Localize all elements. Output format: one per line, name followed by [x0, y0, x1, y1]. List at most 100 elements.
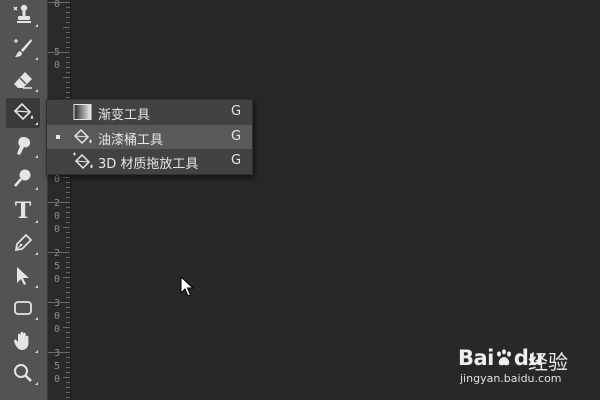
- path-selection-tool[interactable]: [6, 261, 40, 291]
- clone-stamp-tool[interactable]: [6, 0, 40, 30]
- ruler-tick: [66, 387, 70, 388]
- tool-flyout-menu: 渐变工具 G 油漆桶工具 G 3D 材质拖放工具 G: [46, 99, 253, 175]
- dodge-tool[interactable]: [6, 163, 40, 193]
- ruler-tick: [66, 307, 70, 308]
- smudge-tool[interactable]: [6, 131, 40, 161]
- ruler-tick: [66, 192, 70, 193]
- ruler-tick: [66, 82, 70, 83]
- eraser-tool[interactable]: [6, 65, 40, 95]
- ruler-digit: 0: [53, 274, 61, 285]
- ruler-tick: [66, 212, 70, 213]
- canvas-area[interactable]: [71, 0, 600, 400]
- ruler-tick: [66, 97, 70, 98]
- ruler-tick: [66, 222, 70, 223]
- ruler-tick: [66, 237, 70, 238]
- menu-item-3d-material-drop-tool[interactable]: 3D 材质拖放工具 G: [47, 149, 252, 173]
- pen-icon: [14, 233, 33, 252]
- tools-panel: T: [0, 0, 48, 400]
- ruler-tick: [66, 7, 70, 8]
- arrow-icon: [17, 267, 29, 285]
- dodge-icon: [14, 169, 31, 187]
- ruler-digit: 3: [53, 348, 61, 359]
- rectangle-icon: [14, 301, 32, 315]
- menu-item-shortcut: G: [231, 129, 242, 144]
- menu-item-gradient-tool[interactable]: 渐变工具 G: [47, 100, 252, 124]
- ruler-tick: [66, 287, 70, 288]
- paint-bucket-icon: [73, 128, 92, 145]
- paw-icon: [496, 349, 511, 366]
- ruler-tick: [66, 62, 70, 63]
- ruler-tick: [66, 47, 70, 48]
- pen-tool[interactable]: [6, 228, 40, 258]
- stamp-icon: [13, 4, 31, 23]
- type-tool[interactable]: T: [6, 196, 40, 226]
- ruler-tick: [66, 332, 70, 333]
- ruler-tick: [66, 57, 70, 58]
- zoom-tool[interactable]: [6, 358, 40, 388]
- ruler-tick: [66, 312, 70, 313]
- mouse-cursor-icon: [180, 276, 194, 297]
- menu-item-paint-bucket-tool[interactable]: 油漆桶工具 G: [47, 125, 252, 149]
- ruler-digit: 0: [53, 324, 61, 335]
- ruler-digit: 0: [53, 211, 61, 222]
- ruler-tick: [66, 337, 70, 338]
- healing-brush-tool[interactable]: [6, 33, 40, 63]
- ruler-tick: [63, 327, 70, 328]
- ruler-tick: [66, 22, 70, 23]
- ruler-tick: [63, 377, 70, 378]
- vertical-ruler: 0 5 0 1 0 0 1 5 0 2 0 0 2 5 0 3 0 0 3 5 …: [48, 0, 71, 400]
- menu-item-label: 油漆桶工具: [98, 133, 164, 148]
- ruler-tick: [66, 37, 70, 38]
- type-icon: T: [14, 198, 32, 224]
- ruler-digit: 0: [53, 60, 61, 71]
- paint-bucket-tool[interactable]: [6, 98, 40, 128]
- ruler-tick: [63, 227, 70, 228]
- ruler-tick: [66, 267, 70, 268]
- ruler-tick: [48, 252, 70, 253]
- menu-item-shortcut: G: [231, 153, 242, 168]
- ruler-tick: [63, 177, 70, 178]
- ruler-tick: [63, 77, 70, 78]
- ruler-tick: [66, 12, 70, 13]
- ruler-digit: 2: [53, 248, 61, 259]
- ruler-digit: 5: [53, 361, 61, 372]
- ruler-tick: [66, 247, 70, 248]
- ruler-tick: [66, 372, 70, 373]
- ruler-tick: [66, 317, 70, 318]
- ruler-tick: [48, 2, 70, 3]
- ruler-digit: 2: [53, 198, 61, 209]
- watermark-brand-bai: Bai: [458, 346, 494, 370]
- ruler-tick: [66, 187, 70, 188]
- ruler-tick: [48, 52, 70, 53]
- ruler-tick: [66, 392, 70, 393]
- brush-icon: [14, 39, 32, 57]
- ruler-tick: [66, 292, 70, 293]
- magnifier-icon: [14, 364, 32, 382]
- ruler-tick: [66, 357, 70, 358]
- hand-tool[interactable]: [6, 326, 40, 356]
- ruler-tick: [66, 297, 70, 298]
- ruler-tick: [66, 42, 70, 43]
- ruler-tick: [48, 202, 70, 203]
- 3d-material-drop-icon: [73, 152, 93, 170]
- ruler-digit: 0: [53, 224, 61, 235]
- ruler-tick: [48, 352, 70, 353]
- ruler-tick: [66, 87, 70, 88]
- ruler-tick: [66, 262, 70, 263]
- ruler-tick: [66, 72, 70, 73]
- current-tool-indicator: [56, 135, 60, 139]
- paint-bucket-icon: [13, 102, 34, 121]
- ruler-tick: [66, 32, 70, 33]
- ruler-tick: [66, 207, 70, 208]
- gradient-icon: [73, 104, 92, 120]
- ruler-digit: 5: [52, 48, 62, 58]
- ruler-tick: [66, 282, 70, 283]
- menu-item-shortcut: G: [231, 104, 242, 119]
- ruler-tick: [66, 382, 70, 383]
- ruler-tick: [66, 347, 70, 348]
- ruler-tick: [66, 17, 70, 18]
- ruler-digit: 3: [53, 298, 61, 309]
- ruler-digit: 0: [53, 174, 61, 185]
- ruler-tick: [66, 342, 70, 343]
- rectangle-tool[interactable]: [6, 293, 40, 323]
